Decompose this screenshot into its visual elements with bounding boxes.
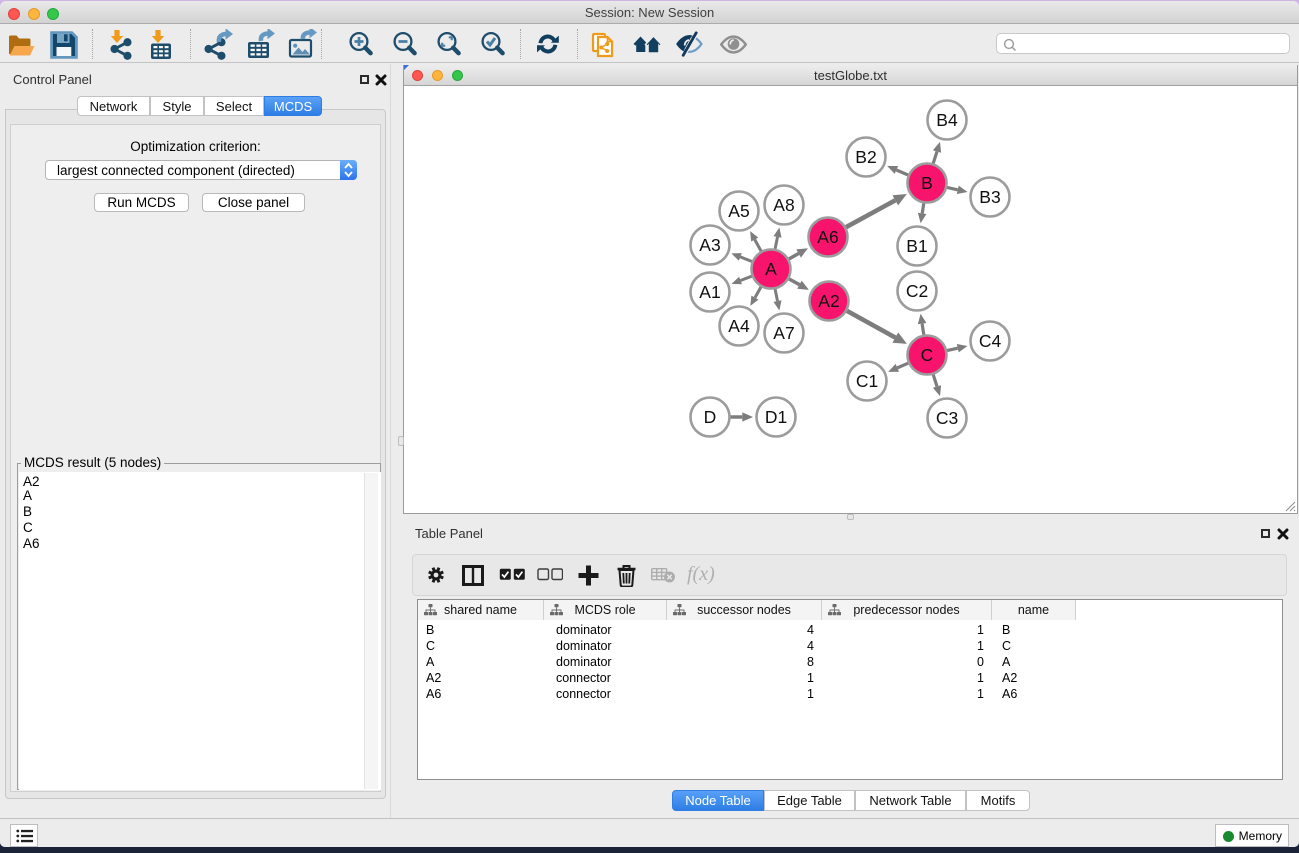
svg-text:A5: A5 [728, 201, 749, 221]
svg-text:B2: B2 [855, 147, 876, 167]
svg-text:C4: C4 [979, 331, 1002, 351]
svg-text:A4: A4 [728, 316, 750, 336]
svg-text:A3: A3 [699, 235, 720, 255]
svg-text:D: D [704, 407, 717, 427]
svg-text:C3: C3 [936, 408, 958, 428]
svg-text:C1: C1 [856, 371, 878, 391]
svg-text:A: A [765, 259, 777, 279]
svg-text:B4: B4 [936, 110, 958, 130]
svg-text:B1: B1 [906, 236, 927, 256]
svg-text:A1: A1 [699, 282, 720, 302]
svg-text:D1: D1 [765, 407, 787, 427]
svg-text:A2: A2 [818, 291, 839, 311]
svg-text:A7: A7 [773, 323, 794, 343]
svg-text:C2: C2 [906, 281, 928, 301]
svg-text:C: C [921, 345, 934, 365]
svg-text:B: B [921, 173, 933, 193]
svg-text:A8: A8 [773, 195, 794, 215]
svg-text:B3: B3 [979, 187, 1000, 207]
svg-text:A6: A6 [817, 227, 838, 247]
